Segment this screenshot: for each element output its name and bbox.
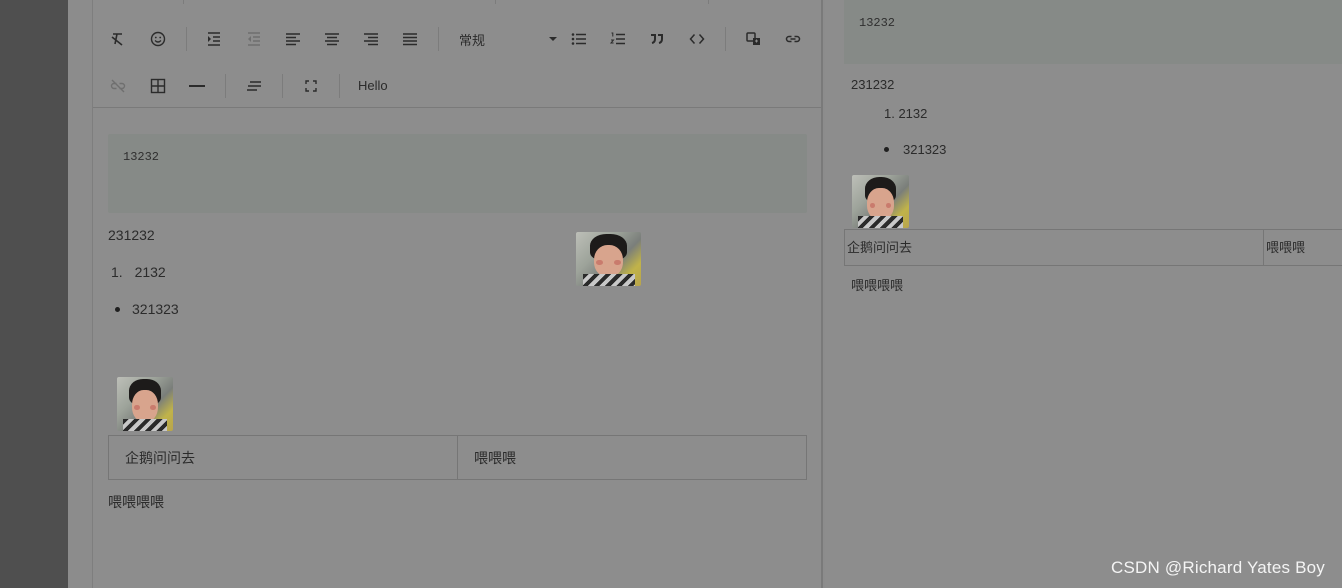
toolbar-top-divider [708,0,709,4]
page-gutter [68,0,93,588]
editor-content[interactable]: 13232 231232 1. 2132 321323 企鹅问问去 喂喂喂 喂喂… [93,108,823,588]
toolbar-divider [186,27,187,51]
align-center-button[interactable] [320,27,344,51]
list-item-text: 321323 [132,301,179,317]
code-button[interactable] [685,27,709,51]
bulleted-list-button[interactable] [567,27,591,51]
align-right-icon [364,33,378,46]
preview-code-text: 13232 [859,16,896,30]
preview-code-block: 13232 [844,0,1342,64]
numbered-list-button[interactable] [606,27,630,51]
insert-image-button[interactable] [742,27,766,51]
heading-select-value: 常规 [459,32,486,48]
preview-table-cell: 喂喂喂 [1266,240,1306,255]
toolbar-row-1: 常规 [93,21,823,57]
preview-bullet-text: 321323 [903,142,947,157]
align-center-icon [325,33,339,46]
insert-image-icon [746,32,760,45]
emoji-icon [150,31,166,47]
unlink-icon [110,79,126,93]
preview-paragraph: 231232 [851,77,895,92]
chevron-down-icon [549,37,557,41]
quote-icon [651,34,663,44]
table-button[interactable] [146,74,170,98]
hello-menu-button[interactable]: Hello [358,74,388,98]
toolbar-divider [339,74,340,98]
preview-image [852,175,909,228]
horizontal-rule-button[interactable] [185,74,209,98]
bullet-icon [115,306,120,312]
quote-button[interactable] [645,27,669,51]
watermark: CSDN @Richard Yates Boy [1111,558,1325,577]
list-item-text: 2132 [134,264,166,280]
paragraph: 喂喂喂喂 [108,494,164,510]
line-height-icon [247,81,261,91]
toolbar-divider [282,74,283,98]
table-row: 企鹅问问去 喂喂喂 [108,435,807,480]
content-table: 企鹅问问去 喂喂喂 [108,435,807,480]
clear-format-icon [111,33,123,46]
fullscreen-icon [305,80,317,92]
numbered-list-icon [610,32,625,45]
paragraph: 231232 [108,227,155,243]
heading-select[interactable]: 常规 [459,27,559,51]
indent-icon [208,32,220,46]
preview-ordered-item: 1. 2132 [884,106,928,121]
line-height-button[interactable] [242,74,266,98]
toolbar-divider [725,27,726,51]
align-justify-icon [403,33,417,46]
outdent-button[interactable] [242,27,266,51]
preview-paragraph: 喂喂喂喂 [851,278,904,293]
indent-button[interactable] [202,27,226,51]
preview-table: 企鹅问问去 喂喂喂 [844,229,1342,266]
ordered-list-item: 1. 2132 [111,264,166,280]
align-left-icon [286,33,300,46]
table-cell[interactable]: 企鹅问问去 [108,435,458,480]
table-icon [150,78,166,94]
toolbar-top-divider [495,0,496,4]
code-icon [689,34,705,44]
fullscreen-button[interactable] [299,74,323,98]
toolbar-divider [438,27,439,51]
editor-toolbar: 常规 Hello [93,0,823,108]
bulleted-list-icon [571,33,586,45]
link-button[interactable] [781,27,805,51]
horizontal-rule-icon [189,85,205,87]
html-preview-panel: 13232 231232 1. 2132 321323 企鹅问问去 喂喂喂 喂喂… [825,0,1342,588]
link-icon [785,35,801,43]
bullet-list-item: 321323 [115,301,179,317]
preview-bullet-item: 321323 [884,142,946,157]
table-cell[interactable]: 喂喂喂 [457,435,807,480]
code-block[interactable]: 13232 [108,134,807,213]
toolbar-top-divider [183,0,184,4]
align-right-button[interactable] [359,27,383,51]
inline-image[interactable] [576,232,641,286]
toolbar-divider [225,74,226,98]
outdent-icon [248,32,260,46]
unlink-button[interactable] [106,74,130,98]
bullet-icon [884,147,889,152]
align-justify-button[interactable] [398,27,422,51]
app-sidebar-dark [0,0,68,588]
emoji-button[interactable] [146,27,170,51]
toolbar-row-2: Hello [93,68,823,104]
inline-image[interactable] [117,377,173,431]
align-left-button[interactable] [281,27,305,51]
preview-table-cell: 企鹅问问去 [845,230,1264,265]
clear-format-button[interactable] [106,27,130,51]
list-number: 1. [111,264,123,280]
code-block-text: 13232 [123,150,160,164]
rich-text-editor: 常规 Hello 13232 231232 1. 2132 321323 企鹅问… [93,0,823,588]
